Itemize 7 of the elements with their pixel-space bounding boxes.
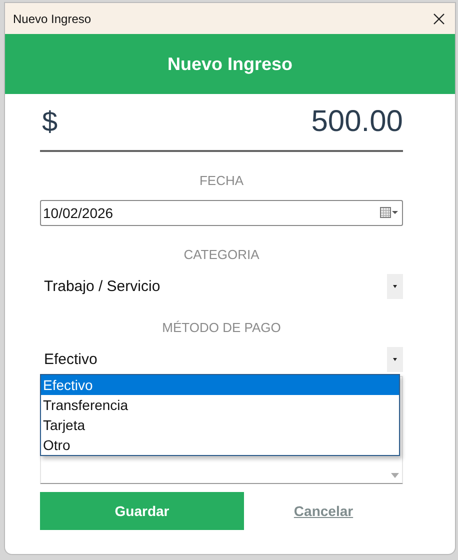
field-label: FECHA [198, 172, 245, 190]
amount-value: 500.00 [311, 105, 403, 139]
field-label: CATEGORIA [182, 246, 260, 264]
header-title: Nuevo Ingreso [167, 54, 293, 74]
window-title: Nuevo Ingreso [13, 12, 92, 26]
currency-symbol: $ [42, 106, 58, 138]
field-label: MÉTODO DE PAGO [161, 319, 282, 337]
